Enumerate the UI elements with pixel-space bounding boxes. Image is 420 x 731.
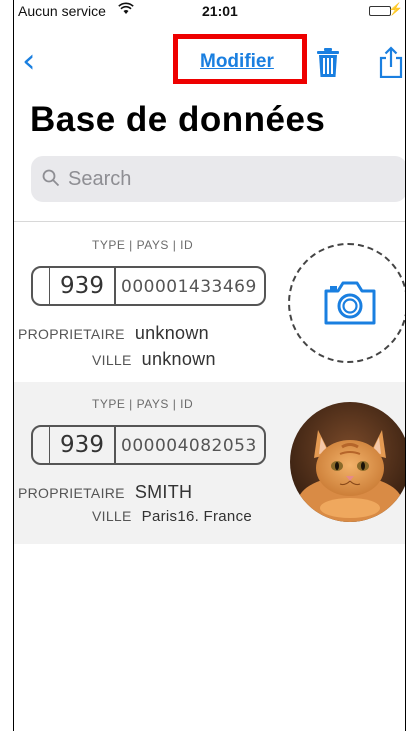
share-icon[interactable] (378, 46, 404, 79)
city-value: unknown (141, 349, 216, 369)
city-label: VILLE (92, 508, 132, 524)
owner-row: PROPRIETAIRE unknown (18, 323, 209, 344)
plate-code: 939 (60, 432, 104, 458)
city-row: VILLE unknown (92, 349, 216, 370)
page-title: Base de données (30, 100, 326, 139)
owner-label: PROPRIETAIRE (18, 485, 125, 501)
search-icon (42, 169, 60, 187)
chevron-left-icon[interactable]: ‹ (22, 44, 36, 78)
plate-badge: 939 000004082053 (31, 425, 266, 465)
clock: 21:01 (202, 3, 238, 19)
owner-value: unknown (134, 323, 209, 343)
owner-row: PROPRIETAIRE SMITH (18, 482, 192, 503)
camera-icon (324, 281, 376, 325)
city-value: Paris16. France (141, 508, 253, 525)
record-header: TYPE | PAYS | ID (92, 397, 194, 411)
plate-number: 000004082053 (121, 436, 257, 456)
cat-photo[interactable] (290, 402, 405, 522)
city-label: VILLE (92, 352, 132, 368)
charging-icon: ⚡ (388, 2, 403, 16)
status-bar: Aucun service 21:01 ⚡ (14, 0, 405, 22)
edit-button[interactable]: Modifier (200, 51, 274, 73)
list-item[interactable]: TYPE | PAYS | ID 939 000001433469 PROPRI… (14, 223, 405, 385)
owner-label: PROPRIETAIRE (18, 326, 125, 342)
add-photo-button[interactable] (288, 243, 405, 363)
carrier-label: Aucun service (18, 3, 106, 19)
search-input[interactable]: Search (31, 156, 405, 202)
record-header: TYPE | PAYS | ID (92, 238, 194, 252)
trash-icon[interactable] (316, 48, 340, 78)
navigation-bar: ‹ Modifier (14, 34, 405, 88)
plate-number: 000001433469 (121, 277, 257, 297)
divider (14, 221, 405, 222)
list-item[interactable]: TYPE | PAYS | ID 939 000004082053 PROPRI… (14, 382, 405, 544)
search-placeholder: Search (68, 168, 132, 190)
wifi-icon (118, 2, 134, 19)
city-row: VILLE Paris16. France (92, 508, 252, 525)
plate-code: 939 (60, 273, 104, 299)
plate-badge: 939 000001433469 (31, 266, 266, 306)
app-screen: Aucun service 21:01 ⚡ ‹ Modifier Base de… (13, 0, 406, 731)
owner-value: SMITH (134, 482, 193, 502)
